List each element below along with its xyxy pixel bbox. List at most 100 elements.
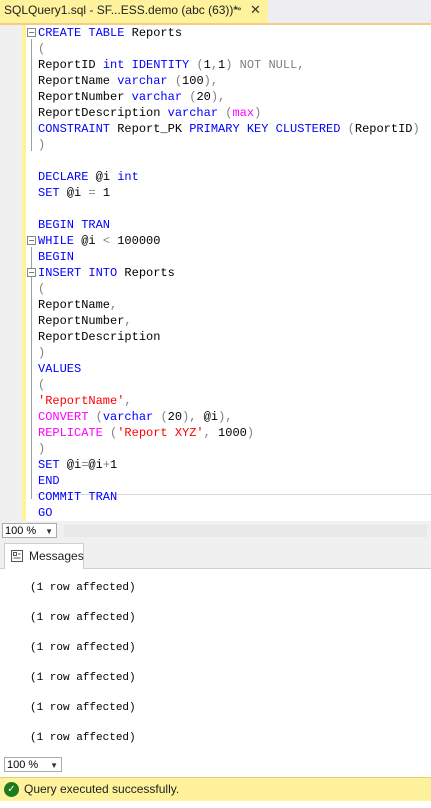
- editor-zoom-select[interactable]: 100 % ▼: [2, 523, 57, 538]
- code-token: ReportNumber: [38, 90, 132, 104]
- code-line: END: [38, 473, 60, 489]
- code-token: COMMIT TRAN: [38, 490, 118, 504]
- code-token: ReportID: [38, 58, 103, 72]
- code-token: ): [38, 346, 46, 360]
- code-line: ReportID int IDENTITY (1,1) NOT NULL,: [38, 57, 304, 73]
- code-line: ReportDescription varchar (max): [38, 105, 261, 121]
- code-token: @i: [59, 458, 82, 472]
- collapse-icon[interactable]: −: [27, 28, 36, 37]
- code-token: REPLICATE: [38, 426, 103, 440]
- code-token: ReportID: [354, 122, 413, 136]
- code-token: ReportDescription: [38, 106, 168, 120]
- code-line: CONVERT (varchar (20), @i),: [38, 409, 232, 425]
- code-token: (: [95, 410, 103, 424]
- code-token: <: [102, 234, 111, 248]
- code-token: (: [174, 74, 183, 88]
- code-token: ): [254, 106, 262, 120]
- code-token: ReportName: [38, 74, 118, 88]
- query-tab[interactable]: SQLQuery1.sql - SF...ESS.demo (abc (63))…: [0, 0, 268, 23]
- code-token: ReportName: [38, 298, 111, 312]
- messages-icon: [11, 550, 23, 562]
- code-token: (: [347, 122, 355, 136]
- code-token: ,: [210, 58, 219, 72]
- code-token: ,: [110, 298, 118, 312]
- code-token: =: [88, 186, 96, 200]
- code-line: ReportNumber,: [38, 313, 132, 329]
- code-token: ),: [203, 74, 219, 88]
- code-token: varchar: [102, 410, 154, 424]
- chevron-down-icon: ▼: [50, 761, 58, 770]
- results-zoom-value: 100 %: [7, 759, 39, 771]
- message-line: (1 row affected): [30, 672, 136, 684]
- code-token: 100000: [110, 234, 161, 248]
- message-line: (1 row affected): [30, 612, 136, 624]
- code-line: ): [38, 345, 45, 361]
- code-token: ReportNumber: [38, 314, 125, 328]
- code-token: SET: [38, 458, 60, 472]
- code-token: WHILE: [38, 234, 75, 248]
- code-token: SET: [38, 186, 60, 200]
- code-line: CREATE TABLE Reports: [38, 25, 182, 41]
- status-bar: ✓ Query executed successfully.: [0, 777, 431, 801]
- code-token: BEGIN: [38, 250, 75, 264]
- code-token: varchar: [131, 90, 183, 104]
- code-token: ReportDescription: [38, 330, 161, 344]
- editor-zoom-value: 100 %: [5, 525, 37, 537]
- code-token: @i: [88, 170, 118, 184]
- change-tracking-bar: [22, 25, 26, 521]
- code-token: END: [38, 474, 60, 488]
- code-line: ReportName,: [38, 297, 117, 313]
- editor-horizontal-scrollbar[interactable]: [64, 525, 427, 537]
- fold-guide: [31, 39, 32, 151]
- code-line: WHILE @i < 100000: [38, 233, 160, 249]
- code-token: (: [38, 282, 46, 296]
- code-line: ): [38, 441, 45, 457]
- code-line: SET @i=@i+1: [38, 457, 117, 473]
- code-token: 20: [196, 90, 211, 104]
- code-token: (: [196, 58, 204, 72]
- message-line: (1 row affected): [30, 732, 136, 744]
- code-token: 'Report XYZ': [117, 426, 204, 440]
- chevron-down-icon: ▼: [45, 527, 53, 536]
- code-token: 1: [203, 58, 211, 72]
- code-token: @i: [88, 458, 103, 472]
- tab-messages[interactable]: Messages: [4, 543, 84, 569]
- code-token: 100: [182, 74, 204, 88]
- code-line: ReportNumber varchar (20),: [38, 89, 225, 105]
- pin-icon[interactable]: ⊸: [233, 4, 241, 15]
- code-token: ): [412, 122, 420, 136]
- code-token: CONSTRAINT: [38, 122, 111, 136]
- code-token: @i: [196, 410, 219, 424]
- code-token: @i: [74, 234, 103, 248]
- code-line: REPLICATE ('Report XYZ', 1000): [38, 425, 254, 441]
- results-zoom-select[interactable]: 100 % ▼: [4, 757, 62, 772]
- code-token: CONVERT: [38, 410, 89, 424]
- code-token: 20: [167, 410, 183, 424]
- code-line: DECLARE @i int: [38, 169, 139, 185]
- collapse-icon[interactable]: −: [27, 236, 36, 245]
- code-line: (: [38, 377, 45, 393]
- query-editor[interactable]: − − − CREATE TABLE Reports(ReportID int …: [0, 25, 431, 521]
- document-tab-bar: SQLQuery1.sql - SF...ESS.demo (abc (63))…: [0, 0, 431, 25]
- code-line: BEGIN: [38, 249, 74, 265]
- messages-pane[interactable]: (1 row affected) (1 row affected) (1 row…: [0, 569, 431, 755]
- check-circle-icon: ✓: [4, 782, 19, 797]
- code-token: (: [160, 410, 168, 424]
- code-token: @i: [59, 186, 89, 200]
- query-tab-title: SQLQuery1.sql - SF...ESS.demo (abc (63))…: [4, 3, 239, 17]
- code-line: (: [38, 281, 45, 297]
- code-line: CONSTRAINT Report_PK PRIMARY KEY CLUSTER…: [38, 121, 420, 137]
- results-tabs: Messages: [0, 538, 431, 569]
- code-token: ),: [210, 90, 226, 104]
- code-line: BEGIN TRAN: [38, 217, 110, 233]
- close-icon[interactable]: ✕: [250, 2, 261, 18]
- code-token: Reports: [117, 266, 175, 280]
- code-line: COMMIT TRAN: [38, 489, 117, 505]
- code-token: (: [38, 42, 46, 56]
- code-token: ),: [218, 410, 233, 424]
- code-token: ): [246, 426, 255, 440]
- collapse-icon[interactable]: −: [27, 268, 36, 277]
